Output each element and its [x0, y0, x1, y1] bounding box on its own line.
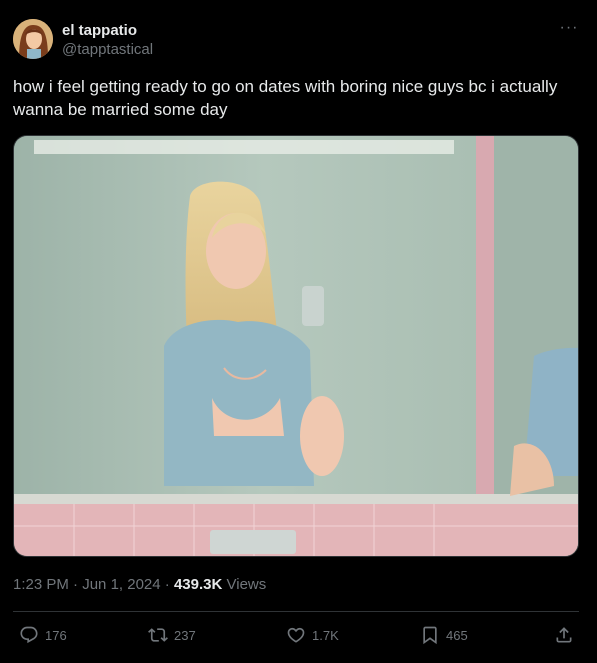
- tweet-time[interactable]: 1:23 PM: [13, 576, 69, 593]
- views-count: 439.3K: [173, 576, 223, 593]
- action-bar: 176 237 1.7K 465: [13, 620, 579, 650]
- display-name[interactable]: el tappatio: [62, 22, 153, 40]
- like-count: 1.7K: [312, 627, 339, 643]
- tweet-media-image[interactable]: [13, 135, 579, 557]
- more-icon[interactable]: ···: [558, 20, 580, 39]
- repost-icon: [148, 628, 168, 642]
- divider: [13, 611, 579, 612]
- tweet-text: how i feel getting ready to go on dates …: [13, 77, 558, 119]
- repost-button[interactable]: 237: [148, 624, 196, 646]
- tweet: el tappatio @tapptastical ··· how i feel…: [0, 0, 597, 663]
- share-button[interactable]: [554, 624, 574, 646]
- like-button[interactable]: 1.7K: [286, 624, 339, 646]
- meta-separator: ·: [164, 576, 170, 593]
- reply-count: 176: [45, 627, 67, 643]
- tweet-date[interactable]: Jun 1, 2024: [82, 576, 160, 593]
- reply-button[interactable]: 176: [19, 624, 67, 646]
- bookmark-count: 465: [446, 627, 468, 643]
- avatar[interactable]: [13, 19, 53, 59]
- views-label: Views: [226, 576, 267, 593]
- handle[interactable]: @tapptastical: [62, 40, 153, 60]
- heart-icon: [287, 627, 305, 643]
- repost-count: 237: [174, 627, 196, 643]
- bookmark-icon: [423, 626, 437, 645]
- meta-separator: ·: [73, 576, 79, 593]
- tweet-metadata: 1:23 PM · Jun 1, 2024 · 439.3K Views: [13, 575, 266, 595]
- share-icon: [556, 627, 572, 643]
- author-names: el tappatio @tapptastical: [62, 22, 153, 60]
- reply-icon: [20, 626, 38, 644]
- tweet-header: el tappatio @tapptastical ···: [13, 19, 584, 63]
- bookmark-button[interactable]: 465: [420, 624, 468, 646]
